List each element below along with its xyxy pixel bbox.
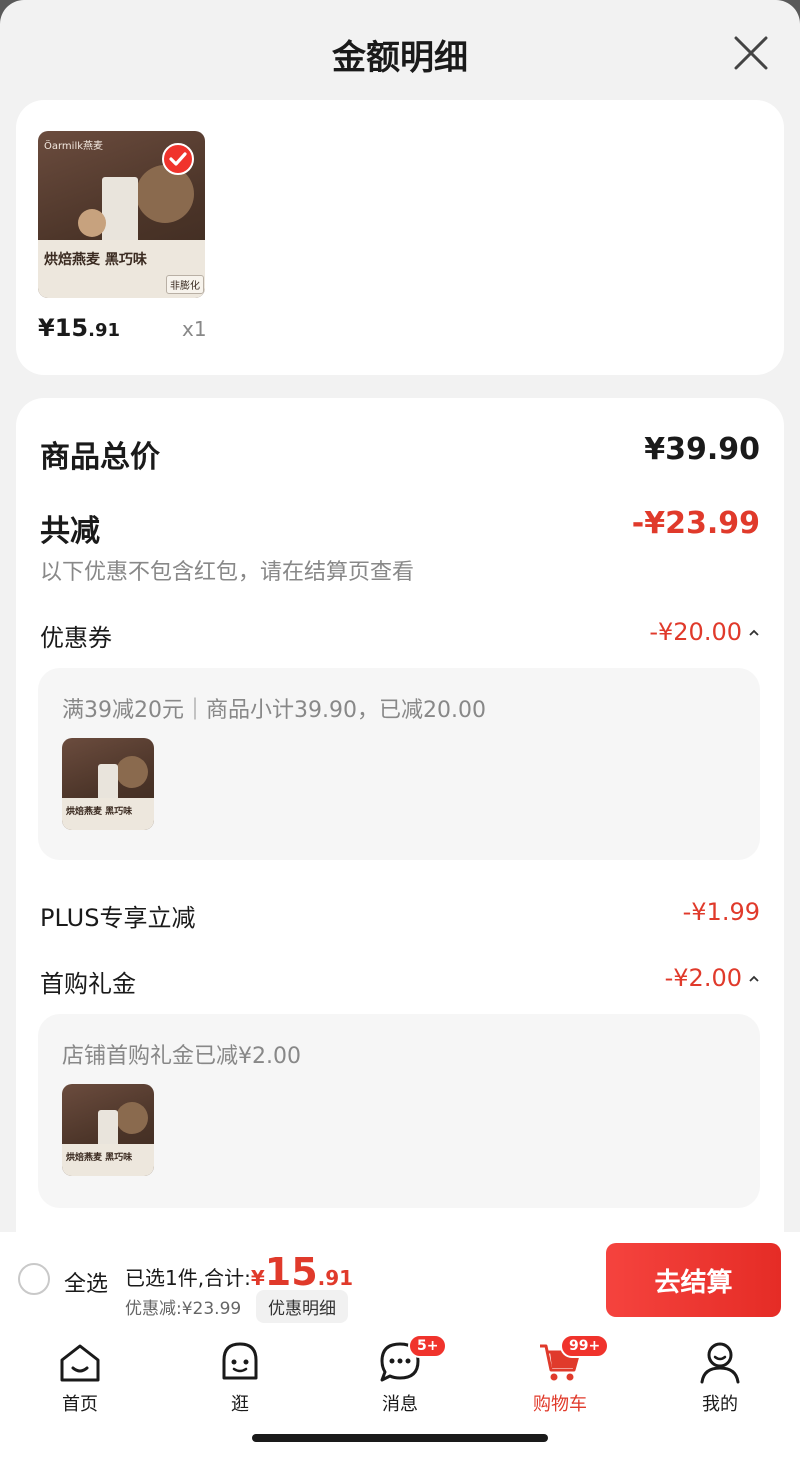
tab-bar: 首页 逛 5+ 消息 99+ 购物车 我的 [0,1328,800,1457]
tab-messages-label: 消息 [382,1394,418,1415]
discount-summary: 优惠减:¥23.99 [125,1299,242,1319]
tab-profile[interactable]: 我的 [670,1338,770,1416]
checkout-button[interactable]: 去结算 [606,1243,781,1317]
coupon-thumb-title: 烘焙燕麦 黑巧味 [66,807,133,817]
check-icon [169,152,187,166]
product-checkbox[interactable] [162,143,194,175]
amount-detail-sheet: 金额明细 Öarmilk燕麦 烘焙燕麦 黑巧味 非膨化 ¥15.91 x1 商品… [0,0,800,1232]
discount-detail-button[interactable]: 优惠明细 [256,1290,348,1323]
stroll-icon [222,1342,258,1380]
first-gift-label: 首购礼金 [40,970,136,998]
product-quantity: x1 [182,317,207,341]
sheet-title: 金额明细 [332,38,468,78]
thumb-title: 烘焙燕麦 黑巧味 [44,252,147,268]
chevron-up-icon [749,629,759,636]
tab-profile-label: 我的 [702,1394,738,1415]
tab-messages[interactable]: 5+ 消息 [350,1334,450,1416]
first-gift-toggle[interactable]: -¥2.00 [665,964,760,992]
first-gift-product-image[interactable]: 烘焙燕麦 黑巧味 [62,1084,154,1176]
tab-cart[interactable]: 99+ 购物车 [510,1334,610,1416]
total-price-label: 商品总价 [40,440,160,475]
coupon-product-image[interactable]: 烘焙燕麦 黑巧味 [62,738,154,830]
selected-count-text: 已选1件,合计: [125,1266,251,1290]
chevron-up-icon [749,975,759,982]
message-badge: 5+ [408,1334,448,1358]
coupon-detail-box: 满39减20元｜商品小计39.90，已减20.00 烘焙燕麦 黑巧味 [38,668,760,860]
thumb-tag: 非膨化 [166,275,204,294]
tab-stroll[interactable]: 逛 [190,1338,290,1416]
home-indicator [252,1434,548,1442]
total-price-value: ¥39.90 [644,432,760,467]
product-card: Öarmilk燕麦 烘焙燕麦 黑巧味 非膨化 ¥15.91 x1 [16,100,784,375]
close-button[interactable] [730,32,772,74]
home-icon [60,1344,100,1382]
select-all-label[interactable]: 全选 [64,1266,108,1298]
discount-note: 以下优惠不包含红包，请在结算页查看 [40,560,415,585]
tab-home-label: 首页 [62,1394,98,1415]
plus-value: -¥1.99 [682,898,760,926]
settlement-bar: 全选 已选1件,合计:¥15.91 优惠减:¥23.99 优惠明细 去结算 [0,1232,800,1328]
coupon-toggle[interactable]: -¥20.00 [649,618,760,646]
total-amount: ¥15.91 [250,1250,354,1294]
first-gift-detail-text: 店铺首购礼金已减¥2.00 [62,1044,301,1069]
first-gift-detail-box: 店铺首购礼金已减¥2.00 烘焙燕麦 黑巧味 [38,1014,760,1208]
coupon-detail-text: 满39减20元｜商品小计39.90，已减20.00 [62,698,486,723]
total-reduce-label: 共减 [40,514,100,549]
first-gift-thumb-title: 烘焙燕麦 黑巧味 [66,1153,133,1163]
tab-stroll-label: 逛 [231,1394,249,1415]
tab-cart-label: 购物车 [533,1394,587,1415]
product-price: ¥15.91 [38,314,120,342]
thumb-brand: Öarmilk燕麦 [44,141,104,152]
coupon-value: -¥20.00 [649,618,742,646]
plus-label: PLUS专享立减 [40,904,196,932]
select-all-radio[interactable] [18,1263,50,1295]
first-gift-value: -¥2.00 [664,964,742,992]
close-icon [734,36,768,70]
total-reduce-value: -¥23.99 [631,506,760,541]
coupon-label: 优惠券 [40,624,112,652]
cart-badge: 99+ [560,1334,610,1358]
tab-home[interactable]: 首页 [30,1338,130,1416]
selected-summary: 已选1件,合计:¥15.91 [125,1250,353,1294]
price-detail-card: 商品总价 ¥39.90 共减 -¥23.99 以下优惠不包含红包，请在结算页查看… [16,398,784,1232]
profile-icon [700,1342,740,1384]
